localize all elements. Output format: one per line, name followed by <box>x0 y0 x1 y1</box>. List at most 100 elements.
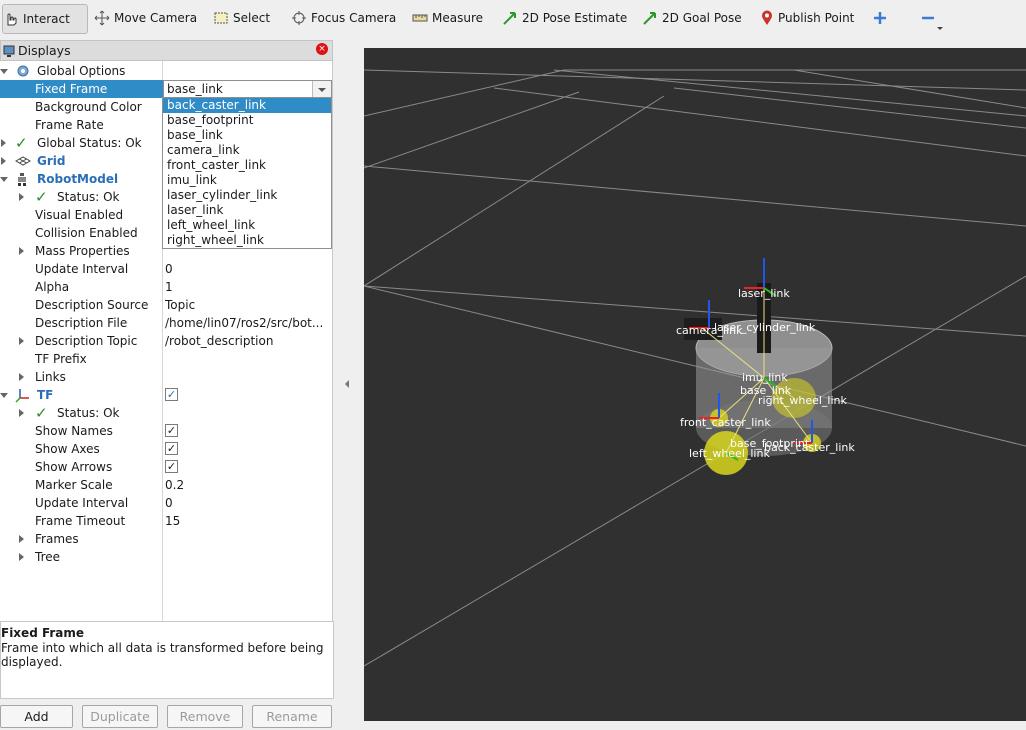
tree-row-links[interactable]: Links <box>0 368 332 386</box>
goal-pose-tool-button[interactable]: 2D Goal Pose <box>642 4 742 32</box>
interact-tool-button[interactable]: Interact <box>2 4 88 34</box>
green-arrow-icon <box>503 12 516 25</box>
tree-row-alpha[interactable]: Alpha 1 <box>0 278 332 296</box>
tree-row-show-axes[interactable]: Show Axes ✓ <box>0 440 332 458</box>
move-camera-tool-button[interactable]: Move Camera <box>94 4 197 32</box>
robot-model-status-label: Status: Ok <box>57 190 120 204</box>
duplicate-button[interactable]: Duplicate <box>82 705 158 728</box>
pose-estimate-tool-button[interactable]: 2D Pose Estimate <box>502 4 627 32</box>
show-axes-checkbox[interactable]: ✓ <box>165 442 178 455</box>
rename-button[interactable]: Rename <box>252 705 332 728</box>
show-names-checkbox[interactable]: ✓ <box>165 424 178 437</box>
collapse-arrow-icon[interactable] <box>0 177 8 182</box>
frame-option[interactable]: back_caster_link <box>163 98 331 113</box>
minus-icon <box>922 16 934 20</box>
tree-row-tree[interactable]: Tree <box>0 548 332 566</box>
tf-update-interval-value[interactable]: 0 <box>165 496 173 510</box>
splitter-handle[interactable] <box>345 380 349 388</box>
focus-camera-tool-button[interactable]: Focus Camera <box>291 4 396 32</box>
grid-label: Grid <box>37 154 66 168</box>
tf-enabled-checkbox[interactable]: ✓ <box>165 388 178 401</box>
tree-row-show-names[interactable]: Show Names ✓ <box>0 422 332 440</box>
frame-rate-label: Frame Rate <box>35 118 104 132</box>
publish-point-tool-button[interactable]: Publish Point <box>760 4 854 32</box>
frame-timeout-value[interactable]: 15 <box>165 514 180 528</box>
expand-arrow-icon[interactable] <box>19 553 24 561</box>
measure-label: Measure <box>432 11 483 25</box>
tree-row-show-arrows[interactable]: Show Arrows ✓ <box>0 458 332 476</box>
description-file-value[interactable]: /home/lin07/ros2/src/bot... <box>165 316 323 330</box>
scene-label-back-caster-link: back_caster_link <box>764 441 855 454</box>
fixed-frame-label: Fixed Frame <box>35 82 108 96</box>
tree-row-global-options[interactable]: Global Options <box>0 62 332 80</box>
chevron-down-icon[interactable] <box>312 81 331 98</box>
tree-row-description-topic[interactable]: Description Topic /robot_description <box>0 332 332 350</box>
description-source-value[interactable]: Topic <box>165 298 195 312</box>
scene-label-front-caster-link: front_caster_link <box>680 416 771 429</box>
tree-row-tf-update-interval[interactable]: Update Interval 0 <box>0 494 332 512</box>
tree-row-tf[interactable]: TF ✓ <box>0 386 332 404</box>
description-topic-value[interactable]: /robot_description <box>165 334 273 348</box>
frame-option[interactable]: laser_link <box>163 203 331 218</box>
frame-option[interactable]: laser_cylinder_link <box>163 188 331 203</box>
collapse-arrow-icon[interactable] <box>0 69 8 74</box>
global-options-label: Global Options <box>37 64 126 78</box>
tree-row-fixed-frame[interactable]: Fixed Frame base_link <box>0 80 332 99</box>
remove-button[interactable]: Remove <box>167 705 243 728</box>
expand-arrow-icon[interactable] <box>19 337 24 345</box>
expand-arrow-icon[interactable] <box>19 373 24 381</box>
select-box-icon <box>214 12 228 24</box>
expand-arrow-icon[interactable] <box>1 139 6 147</box>
tree-row-tf-status[interactable]: ✓ Status: Ok <box>0 404 332 422</box>
scene-label-laser-link: laser_link <box>738 287 790 300</box>
pose-estimate-label: 2D Pose Estimate <box>522 11 628 25</box>
toolbar-dropdown-arrow[interactable] <box>937 27 943 30</box>
expand-arrow-icon[interactable] <box>19 535 24 543</box>
tree-row-marker-scale[interactable]: Marker Scale 0.2 <box>0 476 332 494</box>
tf-update-interval-label: Update Interval <box>35 496 129 510</box>
frame-option[interactable]: right_wheel_link <box>163 233 331 248</box>
expand-arrow-icon[interactable] <box>1 157 6 165</box>
tree-row-frames[interactable]: Frames <box>0 530 332 548</box>
remove-tool-button[interactable] <box>921 4 935 32</box>
add-tool-button[interactable] <box>873 4 887 32</box>
close-icon[interactable]: × <box>316 43 328 55</box>
marker-scale-value[interactable]: 0.2 <box>165 478 184 492</box>
move-arrows-icon <box>94 10 110 26</box>
update-interval-label: Update Interval <box>35 262 129 276</box>
frame-option[interactable]: left_wheel_link <box>163 218 331 233</box>
check-icon: ✓ <box>35 188 48 206</box>
tree-row-description-source[interactable]: Description Source Topic <box>0 296 332 314</box>
show-axes-label: Show Axes <box>35 442 100 456</box>
frame-option[interactable]: front_caster_link <box>163 158 331 173</box>
check-icon: ✓ <box>15 134 28 152</box>
visual-enabled-label: Visual Enabled <box>35 208 124 222</box>
tf-status-label: Status: Ok <box>57 406 120 420</box>
tree-row-frame-timeout[interactable]: Frame Timeout 15 <box>0 512 332 530</box>
render-viewport[interactable]: laser_link camera_link laser_cylinder_li… <box>364 48 1026 721</box>
frame-option[interactable]: camera_link <box>163 143 331 158</box>
tree-row-description-file[interactable]: Description File /home/lin07/ros2/src/bo… <box>0 314 332 332</box>
scene-label-right-wheel-link: right_wheel_link <box>758 394 847 407</box>
expand-arrow-icon[interactable] <box>19 409 24 417</box>
tree-row-update-interval[interactable]: Update Interval 0 <box>0 260 332 278</box>
select-tool-button[interactable]: Select <box>213 4 270 32</box>
links-label: Links <box>35 370 66 384</box>
frame-option[interactable]: base_footprint <box>163 113 331 128</box>
displays-panel: Displays × Global Options Fixed Frame ba… <box>0 40 334 730</box>
measure-tool-button[interactable]: Measure <box>412 4 483 32</box>
frame-option[interactable]: base_link <box>163 128 331 143</box>
tf-axes-icon <box>15 389 29 403</box>
update-interval-value[interactable]: 0 <box>165 262 173 276</box>
add-button[interactable]: Add <box>0 705 73 728</box>
alpha-value[interactable]: 1 <box>165 280 173 294</box>
tree-row-tf-prefix[interactable]: TF Prefix <box>0 350 332 368</box>
fixed-frame-value: base_link <box>167 82 223 96</box>
frame-option[interactable]: imu_link <box>163 173 331 188</box>
description-source-label: Description Source <box>35 298 149 312</box>
show-arrows-checkbox[interactable]: ✓ <box>165 460 178 473</box>
expand-arrow-icon[interactable] <box>19 193 24 201</box>
background-color-label: Background Color <box>35 100 142 114</box>
collapse-arrow-icon[interactable] <box>0 393 8 398</box>
expand-arrow-icon[interactable] <box>19 247 24 255</box>
